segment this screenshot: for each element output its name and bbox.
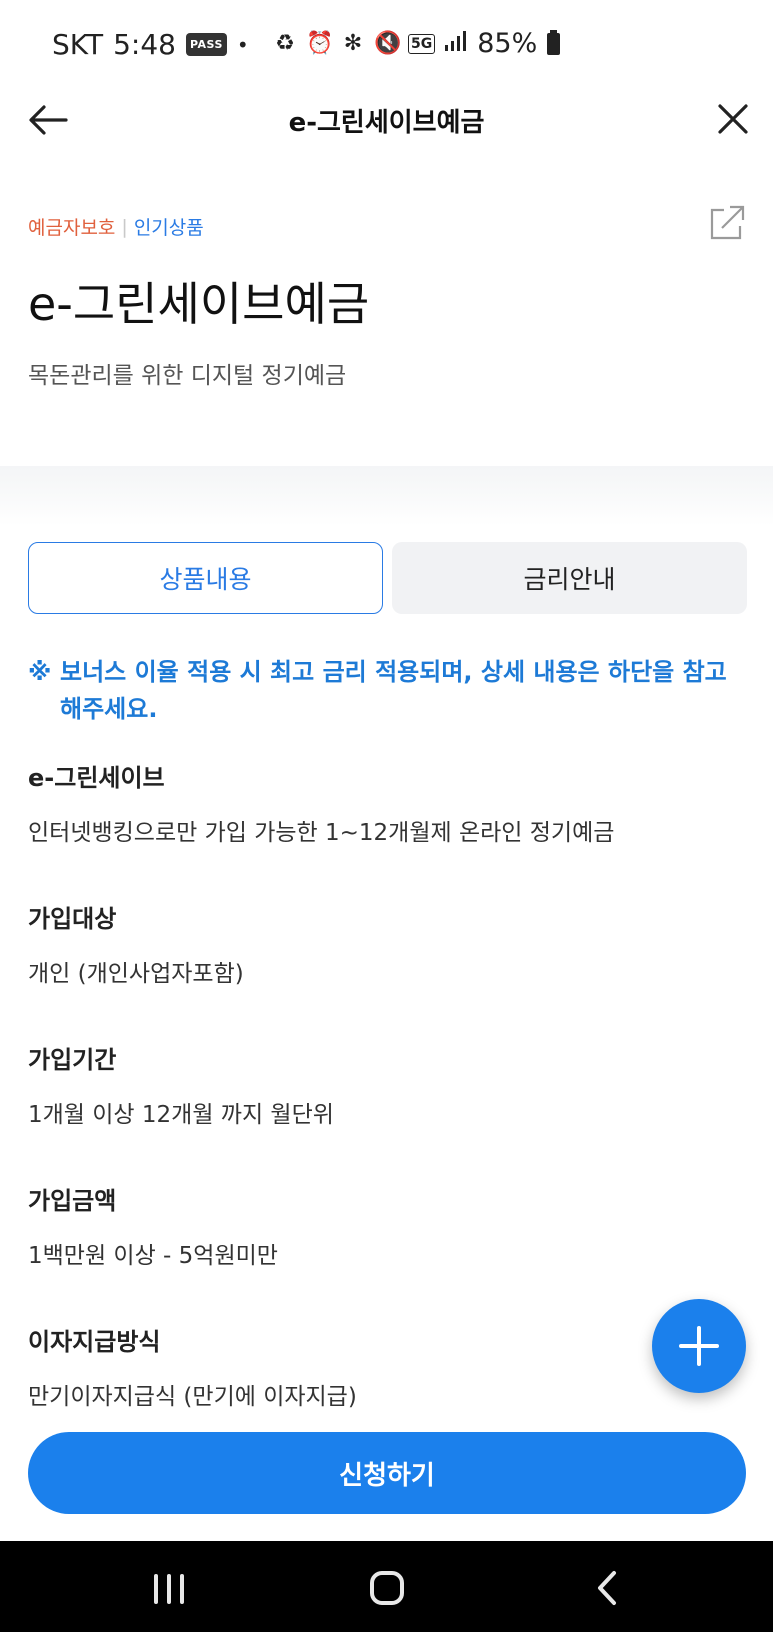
close-button[interactable] xyxy=(716,102,750,136)
info-label: e-그린세이브 xyxy=(28,764,165,792)
product-tags: 예금자보호 | 인기상품 xyxy=(28,213,204,240)
product-subtitle: 목돈관리를 위한 디지털 정기예금 xyxy=(28,363,347,389)
pass-app-icon: PASS xyxy=(185,33,227,56)
apply-button[interactable]: 신청하기 xyxy=(28,1432,746,1514)
info-value: 개인 (개인사업자포함) xyxy=(28,961,244,987)
info-value: 인터넷뱅킹으로만 가입 가능한 1~12개월제 온라인 정기예금 xyxy=(28,820,615,846)
info-value: 만기이자지급식 (만기에 이자지급) xyxy=(28,1384,357,1410)
top-navigation-bar: e-그린세이브예금 xyxy=(0,88,773,152)
tab-product-details[interactable]: 상품내용 xyxy=(28,542,383,614)
bonus-rate-notice: ※ 보너스 이율 적용 시 최고 금리 적용되며, 상세 내용은 하단을 참고 … xyxy=(28,654,748,728)
notice-text: 보너스 이율 적용 시 최고 금리 적용되며, 상세 내용은 하단을 참고 해주… xyxy=(60,658,727,723)
chevron-left-icon xyxy=(598,1571,616,1605)
page-title: e-그린세이브예금 xyxy=(288,108,485,138)
notice-mark: ※ xyxy=(28,658,52,686)
product-title: e-그린세이브예금 xyxy=(28,277,370,331)
alarm-icon: ⏰ xyxy=(306,31,334,56)
signal-icon xyxy=(443,30,469,58)
info-label: 가입기간 xyxy=(28,1046,117,1074)
info-value: 1개월 이상 12개월 까지 월단위 xyxy=(28,1102,334,1128)
status-bar: SKT 5:48 PASS • ♻ ⏰ ✻ 🔇 5G 85% xyxy=(0,0,773,92)
info-section-amount: 가입금액 1백만원 이상 - 5억원미만 xyxy=(28,1181,278,1270)
info-section-term: 가입기간 1개월 이상 12개월 까지 월단위 xyxy=(28,1040,334,1129)
share-button[interactable] xyxy=(708,204,746,242)
status-bar-right: ♻ ⏰ ✻ 🔇 5G 85% xyxy=(272,28,561,59)
deposit-protection-tag: 예금자보호 xyxy=(28,217,116,239)
info-label: 가입대상 xyxy=(28,905,117,933)
info-label: 이자지급방식 xyxy=(28,1328,161,1356)
share-external-icon xyxy=(710,205,745,240)
recent-apps-icon xyxy=(154,1574,158,1604)
system-navigation-bar xyxy=(0,1541,773,1632)
info-section-interest-payment: 이자지급방식 만기이자지급식 (만기에 이자지급) xyxy=(28,1322,357,1411)
carrier-label: SKT xyxy=(52,28,104,61)
mute-icon: 🔇 xyxy=(374,31,402,56)
battery-icon xyxy=(547,29,561,55)
home-button[interactable] xyxy=(370,1571,404,1605)
tab-interest-rates[interactable]: 금리안내 xyxy=(392,542,747,614)
info-value: 1백만원 이상 - 5억원미만 xyxy=(28,1243,278,1269)
system-back-button[interactable] xyxy=(592,1569,622,1607)
info-section-overview: e-그린세이브 인터넷뱅킹으로만 가입 가능한 1~12개월제 온라인 정기예금 xyxy=(28,758,614,847)
battery-saver-icon: ♻ xyxy=(275,31,295,56)
clock: 5:48 xyxy=(113,28,176,61)
notification-dot-icon: • xyxy=(236,32,249,57)
recent-apps-button[interactable] xyxy=(154,1574,186,1604)
status-bar-left: SKT 5:48 PASS • xyxy=(52,28,249,61)
battery-percent: 85% xyxy=(477,28,538,59)
network-type-icon: 5G xyxy=(408,33,436,54)
info-label: 가입금액 xyxy=(28,1187,117,1215)
tag-separator: | xyxy=(121,215,128,238)
popular-product-tag: 인기상품 xyxy=(133,217,204,239)
close-icon xyxy=(718,104,748,134)
bluetooth-icon: ✻ xyxy=(343,31,363,56)
info-section-eligibility: 가입대상 개인 (개인사업자포함) xyxy=(28,899,244,988)
floating-plus-button[interactable] xyxy=(652,1299,746,1393)
